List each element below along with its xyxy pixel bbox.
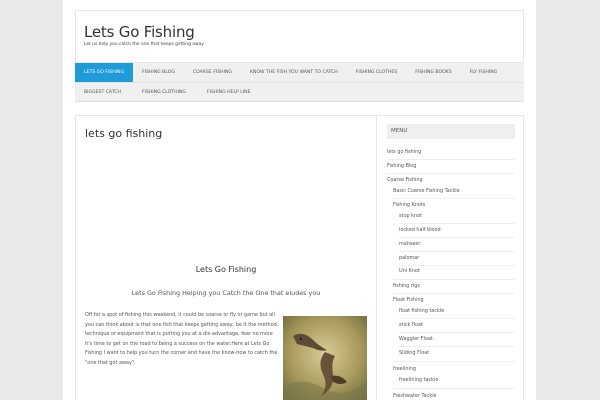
nav-item-fishing-books[interactable]: FISHING BOOKS: [406, 63, 460, 82]
divider: [399, 251, 515, 252]
divider: [387, 173, 515, 174]
sidebar-item-freelining[interactable]: freelining: [393, 366, 416, 372]
sidebar-item-coarse-fishing[interactable]: Coarse Fishing: [387, 177, 423, 183]
sidebar-item-fishing-knots[interactable]: Fishing Knots: [393, 202, 425, 208]
sidebar-item-fishing-rigs[interactable]: fishing rigs: [393, 283, 420, 289]
divider: [399, 265, 515, 266]
divider: [399, 346, 515, 347]
sidebar-item-fishing-blog[interactable]: Fishing Blog: [387, 163, 416, 169]
sidebar-divider: [376, 115, 377, 400]
sidebar-item-freshwater-tackle[interactable]: Freshwater Tackle: [393, 393, 437, 399]
sidebar-item-uni-knot[interactable]: Uni Knot: [399, 268, 420, 274]
page-container: Lets Go Fishing Let us help you catch th…: [63, 0, 536, 400]
sidebar-item-sliding-float[interactable]: Sliding Float: [399, 350, 429, 356]
page-title: lets go fishing: [85, 127, 163, 140]
fish-photo: [283, 316, 367, 400]
divider: [393, 388, 515, 389]
sidebar-item-lets-go-fishing[interactable]: lets go fishing: [387, 149, 421, 155]
post-subheading: Lets Go Fishing Helping you Catch the On…: [131, 289, 321, 297]
site-header: Lets Go Fishing Let us help you catch th…: [75, 10, 524, 63]
nav-item-lets-go-fishing[interactable]: LETS GO FISHING: [75, 63, 133, 82]
sidebar-item-basic-coarse-tackle[interactable]: Basic Coarse Fishing Tackle: [393, 188, 460, 194]
sidebar-item-palomar[interactable]: palomar: [399, 255, 419, 261]
divider: [399, 332, 515, 333]
divider: [393, 198, 515, 199]
nav-row-1: LETS GO FISHING FISHING BLOG COARSE FISH…: [75, 63, 506, 82]
divider: [399, 223, 515, 224]
nav-item-fishing-help-line[interactable]: FISHING HELP LINE: [198, 83, 260, 102]
sidebar-item-stop-knot[interactable]: stop knot: [399, 213, 422, 219]
divider: [393, 361, 515, 362]
main-navigation: LETS GO FISHING FISHING BLOG COARSE FISH…: [75, 63, 524, 102]
sidebar-item-stick-float[interactable]: stick float: [399, 322, 423, 328]
divider: [393, 293, 515, 294]
sidebar-item-freelining-tackle[interactable]: freelining tackle: [399, 377, 438, 383]
sidebar-menu-heading: MENU: [387, 124, 515, 139]
post-heading: Lets Go Fishing: [195, 265, 257, 274]
divider: [393, 279, 515, 280]
divider: [399, 237, 515, 238]
divider: [399, 318, 515, 319]
nav-item-biggest-catch[interactable]: BIGGEST CATCH: [75, 83, 130, 102]
site-description: Let us help you catch the one that keeps…: [84, 42, 204, 47]
sidebar-item-waggler-float[interactable]: Waggler Float: [399, 336, 433, 342]
post-body: Off for a spot of fishing this weekend, …: [85, 312, 279, 366]
nav-item-fishing-clothing[interactable]: FISHING CLOTHING: [130, 83, 198, 102]
nav-row-2: BIGGEST CATCH FISHING CLOTHING FISHING H…: [75, 82, 524, 101]
sidebar-item-mahseer[interactable]: mahseer: [399, 241, 420, 247]
nav-item-fishing-blog[interactable]: FISHING BLOG: [133, 63, 184, 82]
nav-item-know-the-fish[interactable]: KNOW THE FISH YOU WANT TO CATCH: [241, 63, 347, 82]
nav-item-coarse-fishing[interactable]: COARSE FISHING: [184, 63, 241, 82]
sidebar-item-float-fishing[interactable]: Float Fishing: [393, 297, 424, 303]
nav-item-fly-fishing[interactable]: FLY FISHING: [461, 63, 507, 82]
sidebar-item-float-fishing-tackle[interactable]: float fishing tackle: [399, 308, 444, 314]
nav-item-fishing-clothes[interactable]: FISHING CLOTHES: [347, 63, 406, 82]
divider: [387, 159, 515, 160]
sidebar-item-locked-half-blood[interactable]: locked half blood: [399, 227, 441, 233]
site-title[interactable]: Lets Go Fishing: [84, 23, 195, 41]
fish-image-icon: [283, 316, 367, 400]
